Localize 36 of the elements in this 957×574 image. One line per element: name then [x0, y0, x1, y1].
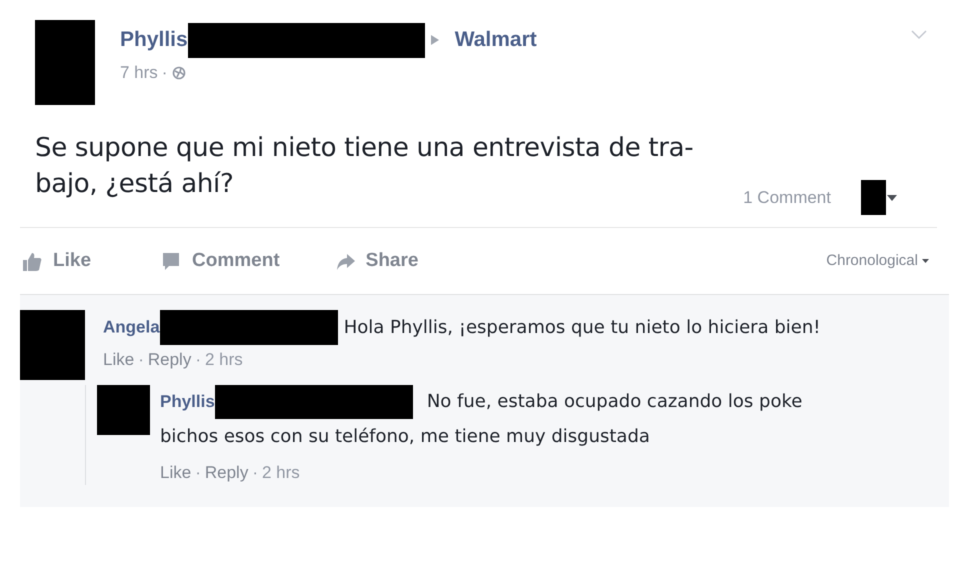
page-selector[interactable]: [861, 180, 897, 215]
comment-link[interactable]: Reply: [148, 347, 192, 372]
globe-icon: [172, 66, 186, 80]
avatar[interactable]: [97, 384, 150, 434]
action-button[interactable]: Comment: [161, 246, 280, 276]
separator-dot: ·: [195, 349, 201, 371]
avatar[interactable]: [35, 20, 95, 105]
author-link[interactable]: Phyllis: [120, 24, 188, 56]
separator-dot: ·: [195, 462, 201, 484]
author-link[interactable]: Phyllis: [160, 388, 215, 414]
chevron-icon: [911, 30, 927, 40]
comment-count[interactable]: 1 Comment: [743, 184, 831, 210]
author-link[interactable]: Angela: [103, 318, 160, 336]
timestamp[interactable]: 2 hrs: [205, 347, 243, 372]
caret-icon: [887, 194, 897, 200]
comment-text: No fue, estaba ocupado cazando los poke: [426, 390, 802, 414]
page-link[interactable]: Walmart: [454, 24, 537, 56]
separator-dot: ·: [162, 62, 168, 84]
post-text: Se supone que mi nieto tiene una entrevista de tra-: [35, 132, 694, 165]
comment-text: Hola Phyllis, ¡esperamos que tu nieto lo hiciera bien!: [344, 316, 820, 338]
action-button[interactable]: Share: [334, 246, 418, 276]
separator-dot: ·: [138, 349, 144, 371]
timestamp[interactable]: 7 hrs: [120, 60, 158, 86]
post-text: bajo, ¿está ahí?: [35, 168, 234, 201]
comment-link[interactable]: Like: [103, 347, 134, 372]
comment-link[interactable]: Reply: [204, 460, 248, 485]
like-icon: [22, 250, 43, 272]
comment-text: bichos esos con su teléfono, me tiene muy disgustada: [160, 424, 650, 448]
sort-dropdown[interactable]: Chronological: [826, 250, 929, 272]
comment-link[interactable]: Like: [160, 460, 192, 485]
triangle-icon: [430, 34, 440, 46]
caret-icon: [922, 259, 929, 263]
action-button[interactable]: Like: [22, 246, 92, 276]
timestamp[interactable]: 2 hrs: [262, 460, 300, 485]
separator-dot: ·: [252, 462, 258, 484]
avatar[interactable]: [20, 310, 85, 380]
